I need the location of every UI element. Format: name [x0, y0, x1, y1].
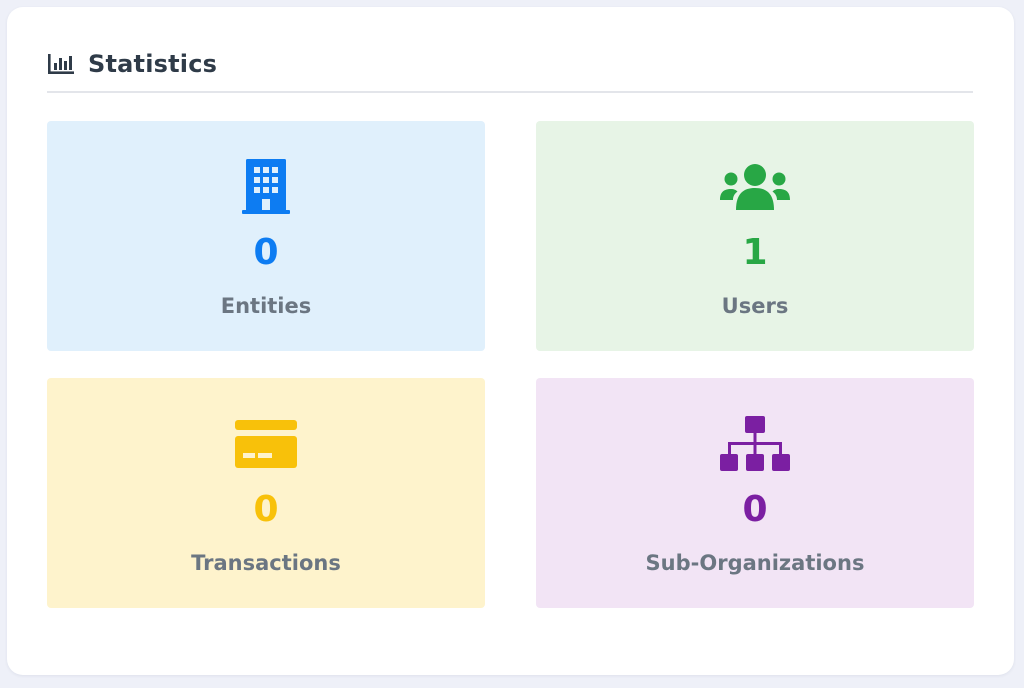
- stat-label-transactions: Transactions: [191, 551, 341, 575]
- statistics-header: Statistics: [47, 45, 973, 93]
- stat-label-entities: Entities: [220, 294, 312, 318]
- building-icon: [242, 159, 290, 219]
- stat-tile-sub-organizations[interactable]: 0 Sub-Organizations: [536, 378, 974, 608]
- page-title: Statistics: [88, 50, 218, 78]
- stat-label-users: Users: [721, 294, 789, 318]
- stat-label-sub-organizations: Sub-Organizations: [645, 551, 865, 575]
- stat-value-entities: 0: [253, 232, 279, 273]
- sitemap-icon: [720, 416, 790, 476]
- stat-value-sub-organizations: 0: [742, 489, 768, 530]
- stat-tile-users[interactable]: 1 Users: [536, 121, 974, 351]
- stat-value-users: 1: [742, 232, 768, 273]
- users-icon: [720, 163, 790, 217]
- credit-card-icon: [235, 420, 297, 472]
- stat-value-transactions: 0: [253, 489, 279, 530]
- bar-chart-icon: [47, 52, 75, 76]
- stat-tile-entities[interactable]: 0 Entities: [47, 121, 485, 351]
- stat-tile-transactions[interactable]: 0 Transactions: [47, 378, 485, 608]
- statistics-card: Statistics 0 Entities 1 Users 0 Transact…: [7, 7, 1014, 675]
